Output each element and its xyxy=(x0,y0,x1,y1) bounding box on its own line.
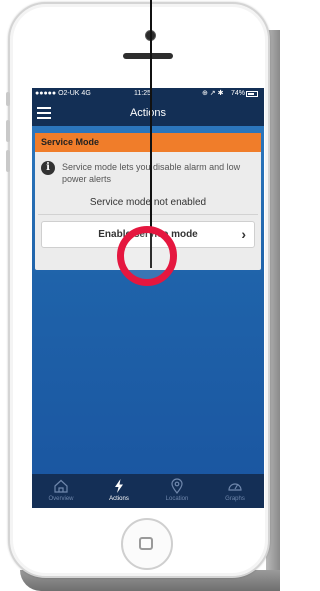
home-button-square-icon xyxy=(139,537,153,550)
app-screen: ●●●●● O2-UK 4G 11:25 ⊕ ↗ ✱ 74% Actions S… xyxy=(32,88,264,508)
tab-graphs-label: Graphs xyxy=(225,496,245,502)
card-description: Service mode lets you disable alarm and … xyxy=(62,162,241,184)
info-icon: i xyxy=(41,161,55,175)
mute-switch xyxy=(6,92,10,106)
tab-overview-label: Overview xyxy=(48,496,74,502)
service-mode-status: Service mode not enabled xyxy=(89,197,207,208)
nav-bar: Actions xyxy=(32,100,264,126)
tap-highlight-ring xyxy=(117,226,177,286)
tab-actions-label: Actions xyxy=(109,496,129,502)
tab-overview[interactable]: Overview xyxy=(32,474,90,508)
tab-location-label: Location xyxy=(165,496,189,502)
lightning-icon xyxy=(115,479,123,493)
tab-graphs[interactable]: Graphs xyxy=(206,474,264,508)
hamburger-icon[interactable] xyxy=(37,107,51,119)
card-title: Service Mode xyxy=(35,133,261,152)
battery-icon xyxy=(246,91,258,97)
tab-location[interactable]: Location xyxy=(148,474,206,508)
tab-bar: Overview Actions Location Graphs xyxy=(32,474,264,508)
map-pin-icon xyxy=(171,478,183,494)
tab-actions[interactable]: Actions xyxy=(90,474,148,508)
page-title: Actions xyxy=(129,107,167,119)
volume-up-button xyxy=(6,120,10,142)
divider xyxy=(38,214,258,215)
battery-percent: 74% xyxy=(231,90,246,97)
chevron-right-icon: › xyxy=(241,226,246,242)
carrier-label: ●●●●● O2-UK 4G xyxy=(35,90,91,97)
status-indicators: ⊕ ↗ ✱ xyxy=(202,90,224,97)
volume-down-button xyxy=(6,150,10,172)
battery-level xyxy=(248,93,254,95)
house-icon xyxy=(54,479,68,493)
gauge-icon xyxy=(228,483,242,491)
clock: 11:25 xyxy=(134,90,151,97)
status-bar: ●●●●● O2-UK 4G 11:25 ⊕ ↗ ✱ 74% xyxy=(32,88,264,100)
earpiece-speaker xyxy=(123,53,173,59)
